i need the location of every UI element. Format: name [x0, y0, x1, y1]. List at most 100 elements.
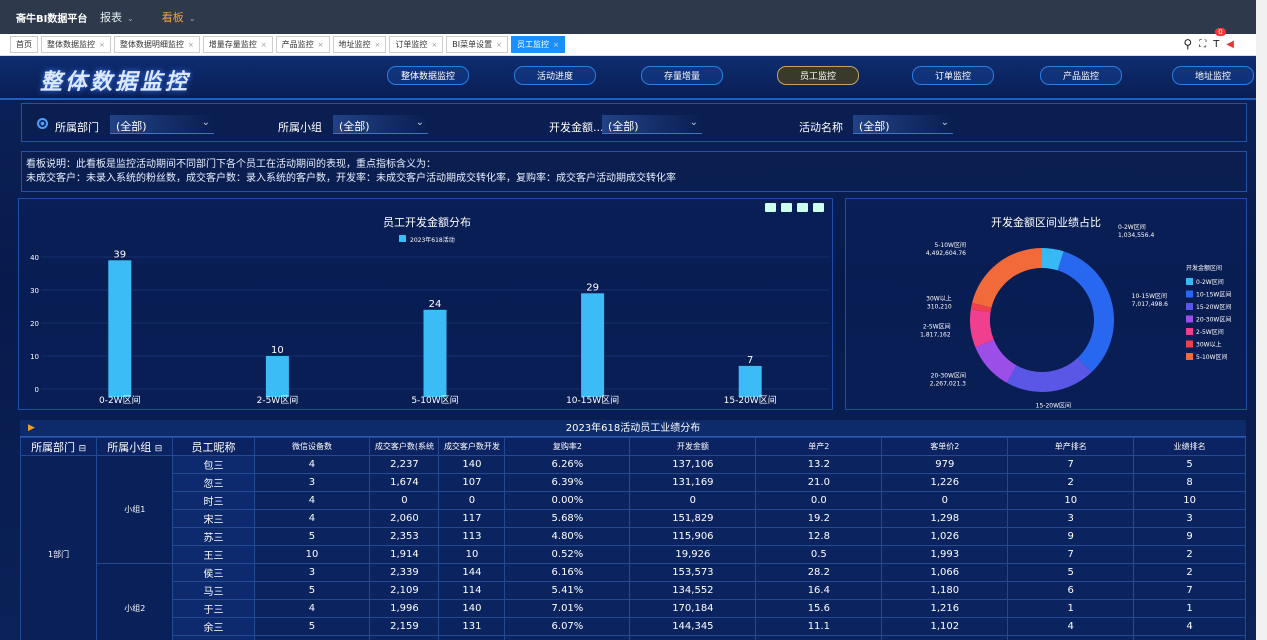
tab-incremental[interactable]: 增量存量监控 ×: [202, 36, 273, 53]
table-row[interactable]: 王三 10 1,914 10 0.52% 19,926 0.5 1,993 7 2: [21, 545, 1246, 564]
table-row[interactable]: 忽三 3 1,674 107 6.39% 131,169 21.0 1,226 2 8: [21, 473, 1246, 492]
header-unit-output[interactable]: 单产2: [755, 437, 883, 456]
nav-product[interactable]: 产品监控: [1040, 66, 1122, 85]
header-amount[interactable]: 开发金额: [629, 437, 757, 456]
tab-bi-menu[interactable]: BI菜单设置 ×: [446, 36, 508, 53]
close-icon[interactable]: ×: [188, 41, 194, 49]
font-size-icon[interactable]: T0: [1213, 27, 1226, 50]
y-tick-label: 10: [30, 353, 39, 361]
donut-slice: [1057, 251, 1114, 373]
fullscreen-icon[interactable]: ⛶: [1199, 39, 1206, 50]
nav-employee[interactable]: 员工监控: [777, 66, 859, 85]
dashboard: 整体数据监控 整体数据监控 活动进度 存量增量 员工监控 订单监控 产品监控 地…: [0, 56, 1256, 640]
collapse-icon[interactable]: ⊟: [155, 444, 163, 454]
table-cell: 21.0: [755, 473, 883, 492]
bar: [108, 260, 132, 397]
table-cell: 19.2: [755, 509, 883, 528]
filter-activity-select[interactable]: (全部) ⌄: [853, 115, 953, 134]
table-cell: 3: [1133, 509, 1246, 528]
filter-amount-select[interactable]: (全部) ⌄: [602, 115, 702, 134]
notification-badge: 0: [1215, 27, 1226, 36]
table-row[interactable]: 时三 4 0 0 0.00% 0 0.0 0 10 10: [21, 491, 1246, 510]
table-row[interactable]: 于三 4 1,996 140 7.01% 170,184 15.6 1,216 1 1: [21, 599, 1246, 618]
tab-product[interactable]: 产品监控 ×: [275, 36, 330, 53]
close-icon[interactable]: ×: [553, 41, 559, 49]
play-icon[interactable]: ▶: [28, 420, 35, 437]
table-cell: 7.01%: [504, 599, 631, 618]
nav-address[interactable]: 地址监控: [1172, 66, 1254, 85]
radio-icon[interactable]: [37, 118, 48, 129]
employee-name-cell: 于三: [172, 599, 255, 618]
close-icon[interactable]: ×: [496, 41, 502, 49]
tab-address[interactable]: 地址监控 ×: [332, 36, 387, 53]
table-cell: 5: [253, 617, 371, 636]
close-icon[interactable]: ×: [318, 41, 324, 49]
table-row[interactable]: 宋三 4 2,060 117 5.68% 151,829 19.2 1,298 3 3: [21, 509, 1246, 528]
filter-group-select[interactable]: (全部) ⌄: [333, 115, 428, 134]
nav-progress[interactable]: 活动进度: [514, 66, 596, 85]
table-cell: 136,673: [629, 635, 757, 640]
close-icon[interactable]: ×: [261, 41, 267, 49]
scrollbar[interactable]: [1256, 0, 1267, 640]
header-nickname[interactable]: 员工昵称: [172, 437, 255, 456]
table-cell: 0: [629, 491, 757, 510]
tab-home[interactable]: 首页: [10, 36, 38, 53]
menu-report[interactable]: 报表 ⌄: [100, 9, 134, 25]
search-icon[interactable]: ⚲: [1183, 37, 1192, 51]
table-cell: 131,169: [629, 473, 757, 492]
header-customers-system[interactable]: 成交客户数(系统: [369, 437, 440, 456]
header-customers-dev[interactable]: 成交客户数开发: [438, 437, 506, 456]
table-cell: 10: [438, 545, 506, 564]
employee-name-cell: 王三: [172, 545, 255, 564]
table-row[interactable]: 马三 5 2,109 114 5.41% 134,552 16.4 1,180 6 7: [21, 581, 1246, 600]
header-dept[interactable]: 所属部门 ⊟: [19, 437, 98, 456]
tab-employee[interactable]: 员工监控 ×: [510, 36, 565, 53]
header-unit-rank[interactable]: 单产排名: [1007, 437, 1135, 456]
close-icon[interactable]: ×: [431, 41, 437, 49]
x-category-label: 2-5W区间: [257, 394, 299, 406]
employee-name-cell: 时三: [172, 491, 255, 510]
close-icon[interactable]: ×: [375, 41, 381, 49]
bar: [423, 309, 447, 397]
nav-overall[interactable]: 整体数据监控: [387, 66, 469, 85]
chart-export-icon[interactable]: [765, 203, 776, 212]
slice-value-label: 4,492,604.76: [926, 250, 966, 257]
table-cell: 4: [253, 491, 371, 510]
header-perf-rank[interactable]: 业绩排名: [1133, 437, 1246, 456]
close-icon[interactable]: ×: [99, 41, 105, 49]
header-unit-price[interactable]: 客单价2: [881, 437, 1009, 456]
employee-name-cell: 余三: [172, 617, 255, 636]
bar-value-label: 39: [113, 249, 126, 260]
table-row[interactable]: 小组2 侯三 3 2,339 144 6.16% 153,573 28.2 1,066 5 2: [21, 563, 1246, 640]
table-cell: 1,298: [881, 509, 1009, 528]
header-repurchase[interactable]: 复购率2: [504, 437, 631, 456]
tab-overall-detail[interactable]: 整体数据明细监控 ×: [113, 36, 200, 53]
nav-order[interactable]: 订单监控: [912, 66, 994, 85]
chart-menu-icon[interactable]: [813, 203, 824, 212]
table-cell: 170,184: [629, 599, 757, 618]
slice-label: 20-30W区间: [931, 372, 966, 380]
table-cell: 2,109: [369, 581, 440, 600]
filter-label-amount: 开发金额...: [549, 121, 604, 134]
tab-overall[interactable]: 整体数据监控 ×: [41, 36, 111, 53]
table-cell: 10: [1133, 491, 1246, 510]
table-cell: 19,926: [629, 545, 757, 564]
tab-order[interactable]: 订单监控 ×: [389, 36, 444, 53]
header-devices[interactable]: 微信设备数: [253, 437, 371, 456]
legend-swatch: [1186, 315, 1193, 323]
header-group[interactable]: 所属小组 ⊟: [96, 437, 174, 456]
table-row[interactable]: 余三 5 2,159 131 6.07% 144,345 11.1 1,102 4 4: [21, 617, 1246, 636]
table-row[interactable]: 苏三 5 2,353 113 4.80% 115,906 12.8 1,026 9 9: [21, 527, 1246, 546]
nav-stock[interactable]: 存量增量: [641, 66, 723, 85]
table-row[interactable]: 1部门 小组1 包三 4 2,237 140 6.26% 137,106 13.2 979 7 5: [19, 455, 1246, 640]
filter-label-group: 所属小组: [278, 121, 322, 134]
megaphone-icon[interactable]: ◀: [1226, 39, 1234, 50]
filter-dept-select[interactable]: (全部) ⌄: [110, 115, 214, 134]
menu-dashboard[interactable]: 看板 ⌄: [162, 9, 196, 25]
table-cell: 12.8: [755, 527, 883, 546]
chart-expand-icon[interactable]: [797, 203, 808, 212]
slice-value-label: 1,817,162: [920, 332, 951, 339]
chart-image-icon[interactable]: [781, 203, 792, 212]
collapse-icon[interactable]: ⊟: [79, 444, 87, 454]
table-row[interactable]: 张三42,2701145.02%136,67318.01,19986: [21, 635, 1246, 640]
